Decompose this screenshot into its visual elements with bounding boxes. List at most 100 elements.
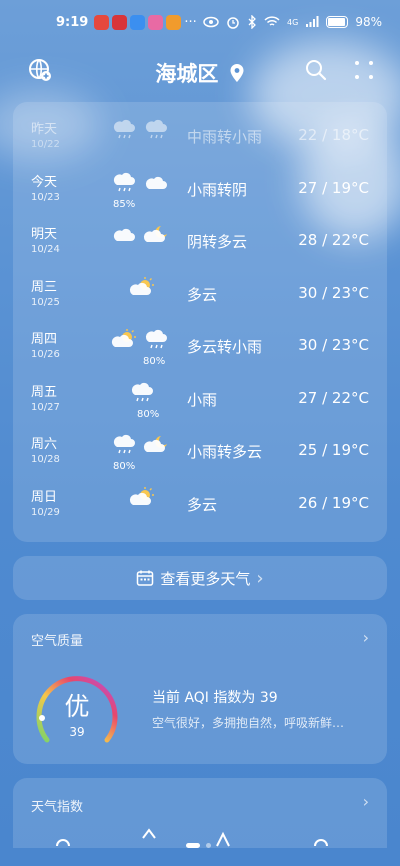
aqi-level: 优	[64, 692, 90, 721]
alarm-icon	[227, 17, 239, 29]
location-name: 海城区	[155, 62, 219, 86]
location-title[interactable]: 海城区	[0, 58, 400, 88]
forecast-date: 10/23	[31, 191, 60, 203]
forecast-row[interactable]: 昨天 10/22 中雨转小雨 22 / 18°C	[13, 114, 387, 166]
bluetooth-icon	[248, 15, 256, 29]
forecast-day: 今天	[31, 174, 58, 190]
weather-index-title: 天气指数	[31, 800, 84, 815]
aqi-gauge-marker	[39, 715, 45, 721]
forecast-weather-icons	[129, 486, 154, 505]
rain-cloud-icon	[145, 329, 167, 349]
battery-level: 98%	[355, 15, 382, 29]
rain-cloud-icon	[145, 119, 167, 139]
forecast-description: 小雨转阴	[187, 180, 248, 199]
moon-cloud-icon	[143, 436, 167, 452]
more-notifications-icon: ···	[184, 14, 197, 30]
forecast-day: 周六	[31, 437, 58, 452]
forecast-description: 小雨	[187, 390, 218, 409]
forecast-temperature: 26 / 19°C	[298, 493, 369, 512]
forecast-description: 阴转多云	[187, 233, 248, 251]
page-dot-active	[186, 843, 200, 848]
forecast-day: 昨天	[31, 122, 58, 137]
eye-icon	[203, 16, 219, 28]
signal-icon	[306, 16, 319, 27]
forecast-description: 小雨转多云	[187, 443, 263, 461]
weather-index-card[interactable]: 天气指数 ›	[13, 778, 387, 848]
sun-cloud-icon	[129, 486, 154, 505]
location-pin-icon	[230, 64, 244, 82]
forecast-temperature: 28 / 22°C	[298, 231, 369, 249]
status-bar: 9:19 ··· 4G 98%	[0, 0, 400, 44]
precipitation-chance: 80%	[137, 408, 160, 420]
forecast-weather-icons	[129, 276, 154, 295]
chevron-right-icon: ›	[362, 628, 369, 647]
forecast-temperature: 27 / 19°C	[298, 178, 369, 197]
forecast-date: 10/27	[31, 401, 60, 413]
rain-cloud-icon	[113, 172, 135, 191]
forecast-day: 周四	[31, 332, 58, 347]
moon-cloud-icon	[143, 226, 167, 242]
forecast-row[interactable]: 周日 10/29 多云 26 / 19°C	[13, 482, 387, 534]
forecast-temperature: 30 / 23°C	[298, 336, 369, 354]
precipitation-chance: 80%	[113, 461, 136, 472]
battery-icon	[326, 16, 349, 28]
aqi-summary: 当前 AQI 指数为 39	[152, 690, 278, 706]
wifi-icon	[264, 16, 280, 26]
video-app-icon	[166, 14, 182, 30]
forecast-date: 10/29	[31, 506, 60, 518]
forecast-temperature: 30 / 23°C	[298, 283, 369, 302]
forecast-row[interactable]: 明天 10/24 阴转多云 28 / 22°C	[13, 219, 387, 271]
forecast-description: 多云转小雨	[187, 338, 263, 356]
cloud-icon	[145, 176, 167, 189]
rain-cloud-icon	[131, 382, 153, 401]
forecast-weather-icons	[113, 226, 167, 242]
precipitation-chance: 80%	[143, 356, 166, 367]
aqi-value: 39	[69, 725, 85, 739]
chevron-right-icon: ›	[362, 792, 369, 811]
forecast-card[interactable]: 昨天 10/22 中雨转小雨 22 / 18°C 今天 10/23 小雨转阴 27 / 19°…	[13, 102, 387, 542]
calendar-icon	[137, 570, 154, 586]
more-weather-button[interactable]: 查看更多天气 ›	[13, 556, 387, 600]
network-type: 4G	[287, 17, 299, 27]
forecast-row[interactable]: 今天 10/23 小雨转阴 27 / 19°C 85%	[13, 167, 387, 219]
sun-cloud-icon	[129, 276, 154, 295]
rain-cloud-icon	[113, 434, 135, 454]
notification-icons: ···	[94, 14, 197, 30]
forecast-date: 10/25	[31, 296, 60, 308]
more-weather-label: 查看更多天气	[160, 569, 251, 588]
aqi-advice: 空气很好，多拥抱自然，呼吸新鲜…	[152, 716, 345, 730]
forecast-day: 明天	[31, 227, 58, 242]
forecast-row[interactable]: 周六 10/28 小雨转多云 25 / 19°C 80%	[13, 429, 387, 481]
forecast-temperature: 27 / 22°C	[298, 388, 369, 407]
forecast-description: 多云	[187, 495, 218, 514]
forecast-day: 周日	[31, 489, 58, 505]
forecast-row[interactable]: 周四 10/26 多云转小雨 30 / 23°C 80%	[13, 324, 387, 376]
forecast-date: 10/22	[31, 139, 60, 150]
status-time: 9:19	[56, 14, 89, 30]
air-quality-title: 空气质量	[31, 634, 84, 649]
page-dot	[206, 843, 211, 848]
air-quality-card[interactable]: 空气质量 › 优 39 当前 AQI 指数为 39 空气很好，多拥抱自然，呼吸新…	[13, 614, 387, 764]
forecast-date: 10/26	[31, 349, 60, 360]
forecast-row[interactable]: 周三 10/25 多云 30 / 23°C	[13, 272, 387, 324]
forecast-row[interactable]: 周五 10/27 小雨 27 / 22°C 80%	[13, 377, 387, 429]
forecast-temperature: 22 / 18°C	[298, 126, 369, 144]
forecast-day: 周五	[31, 384, 58, 400]
browser-app-icon	[130, 14, 146, 30]
forecast-description: 多云	[187, 285, 218, 304]
forecast-description: 中雨转小雨	[187, 128, 263, 146]
cloud-icon	[113, 228, 135, 241]
news-app-icon	[112, 14, 128, 30]
forecast-temperature: 25 / 19°C	[298, 441, 369, 459]
heavy-rain-cloud-icon	[113, 119, 135, 139]
forecast-date: 10/28	[31, 454, 60, 465]
more-menu-icon[interactable]	[354, 60, 374, 80]
search-icon[interactable]	[304, 58, 328, 82]
page-indicator	[186, 843, 211, 848]
top-nav: 海城区	[0, 52, 400, 92]
shopping-app-icon	[148, 14, 164, 30]
forecast-weather-icons	[113, 119, 167, 139]
forecast-date: 10/24	[31, 244, 60, 255]
chevron-right-icon: ›	[256, 567, 264, 589]
forecast-day: 周三	[31, 279, 58, 295]
